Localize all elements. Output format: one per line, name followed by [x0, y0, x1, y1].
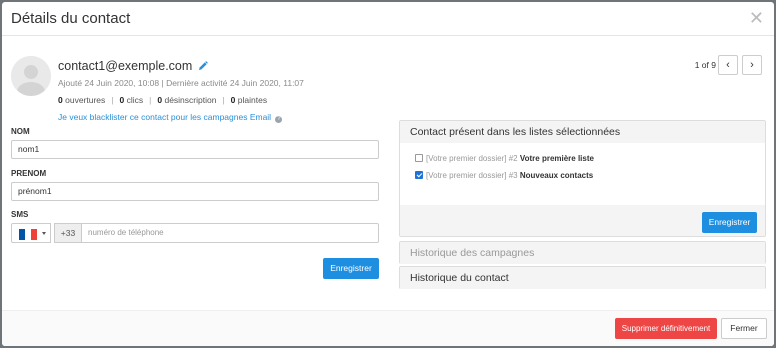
contact-history-title[interactable]: Historique du contact	[400, 267, 765, 289]
stat-complaints-label: plaintes	[237, 95, 268, 105]
list-number: #2	[508, 154, 518, 163]
stat-complaints-count: 0	[230, 95, 236, 105]
campaign-history-section[interactable]: Historique des campagnes	[399, 241, 766, 264]
list-name: Votre première liste	[519, 154, 594, 163]
list-item[interactable]: [Votre premier dossier] #3 Nouveaux cont…	[415, 171, 593, 180]
caret-down-icon	[42, 232, 46, 235]
stat-divider: |	[149, 95, 152, 105]
stat-clicks-label: clics	[126, 95, 144, 105]
france-flag-icon	[19, 229, 37, 240]
lists-panel-title: Contact présent dans les listes sélectio…	[400, 121, 765, 143]
stat-clicks: 0 clics	[120, 95, 144, 105]
contact-email-text: contact1@exemple.com	[58, 59, 193, 73]
save-contact-button[interactable]: Enregistrer	[323, 258, 379, 279]
chevron-left-icon: ‹	[726, 59, 730, 71]
stat-unsubscribes-count: 0	[157, 95, 163, 105]
lists-panel: Contact présent dans les listes sélectio…	[399, 120, 766, 237]
contact-stats: 0 ouvertures | 0 clics | 0 désinscription | 0 …	[58, 95, 267, 105]
stat-unsubscribes: 0 désinscription	[157, 95, 216, 105]
contact-history-section[interactable]: Historique du contact	[399, 266, 766, 289]
list-number: #3	[508, 171, 518, 180]
nom-label: NOM	[11, 127, 30, 136]
chevron-right-icon: ›	[750, 59, 754, 71]
contact-meta: Ajouté 24 Juin 2020, 10:08 | Dernière ac…	[58, 78, 304, 88]
pencil-icon[interactable]	[198, 60, 208, 75]
stat-clicks-count: 0	[119, 95, 125, 105]
phone-field: +33 numéro de téléphone	[11, 223, 379, 243]
list-item[interactable]: [Votre premier dossier] #2 Votre premièr…	[415, 154, 594, 163]
question-circle-icon: ?	[275, 116, 283, 123]
default-user-icon	[11, 56, 51, 96]
sms-label: SMS	[11, 210, 29, 219]
contact-details-modal: Détails du contact ✕ contact1@exemple.co…	[2, 2, 774, 346]
save-lists-button[interactable]: Enregistrer	[702, 212, 757, 233]
prenom-input[interactable]: prénom1	[11, 182, 379, 201]
modal-title: Détails du contact	[11, 10, 131, 27]
stat-opens: 0 ouvertures	[58, 95, 105, 105]
delete-permanently-button[interactable]: Supprimer définitivement	[615, 318, 717, 339]
pager-text: 1 of 9	[694, 60, 716, 70]
nom-input[interactable]: nom1	[11, 140, 379, 159]
list-checkbox-checked[interactable]	[415, 171, 423, 179]
prenom-label: PRENOM	[11, 169, 47, 178]
stat-opens-count: 0	[58, 95, 63, 105]
stat-unsubscribes-label: désinscription	[164, 95, 217, 105]
list-folder: [Votre premier dossier]	[426, 171, 507, 180]
stat-divider: |	[222, 95, 225, 105]
close-button[interactable]: Fermer	[721, 318, 767, 339]
stat-opens-label: ouvertures	[65, 95, 106, 105]
next-contact-button[interactable]: ›	[742, 55, 762, 75]
blacklist-link[interactable]: Je veux blacklister ce contact pour les …	[58, 112, 283, 123]
country-select[interactable]	[11, 223, 51, 243]
list-checkbox[interactable]	[415, 154, 423, 162]
contact-email: contact1@exemple.com	[58, 59, 208, 75]
pager: 1 of 9 ‹ ›	[672, 55, 762, 75]
phone-input[interactable]: numéro de téléphone	[82, 223, 379, 243]
dial-code: +33	[54, 223, 82, 243]
list-name: Nouveaux contacts	[519, 171, 594, 180]
stat-divider: |	[111, 95, 114, 105]
blacklist-link-text[interactable]: Je veux blacklister ce contact pour les …	[58, 112, 271, 122]
close-icon[interactable]: ✕	[749, 9, 764, 27]
stat-complaints: 0 plaintes	[231, 95, 267, 105]
modal-header: Détails du contact ✕	[2, 2, 774, 36]
campaign-history-title[interactable]: Historique des campagnes	[400, 242, 765, 264]
prev-contact-button[interactable]: ‹	[718, 55, 738, 75]
list-folder: [Votre premier dossier]	[426, 154, 507, 163]
